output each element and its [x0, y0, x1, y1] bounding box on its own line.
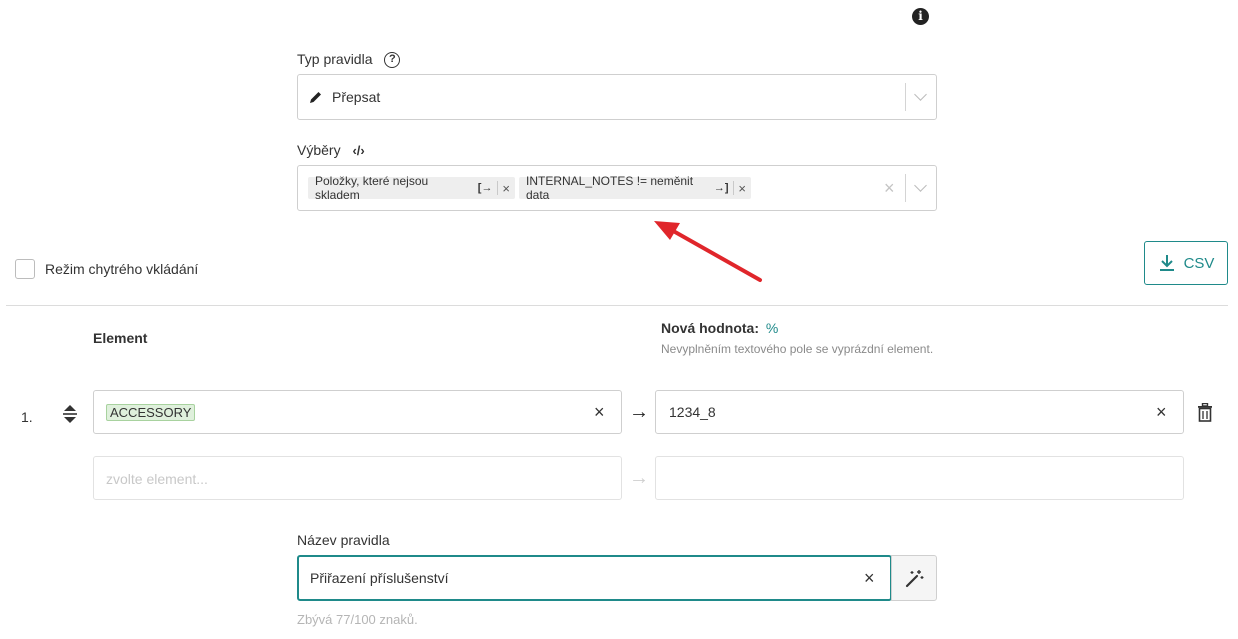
selections-label-text: Výběry	[297, 142, 341, 158]
select-divider	[905, 174, 906, 202]
empty-value-field[interactable]	[655, 456, 1184, 500]
selection-tag-label: INTERNAL_NOTES != neměnit data	[526, 174, 694, 202]
remove-tag-button[interactable]: ×	[738, 181, 751, 196]
csv-download-button[interactable]: CSV	[1144, 241, 1228, 285]
smart-insert-checkbox[interactable]	[15, 259, 35, 279]
csv-button-label: CSV	[1183, 254, 1215, 272]
info-icon[interactable]: i	[912, 8, 929, 25]
clear-selections-button[interactable]: ×	[884, 178, 895, 199]
include-icon: →]	[713, 182, 729, 194]
element-placeholder: zvolte element...	[106, 471, 208, 487]
clear-value-button[interactable]: ×	[1156, 403, 1167, 421]
row-index: 1.	[21, 409, 33, 425]
arrow-right-icon: →	[629, 401, 649, 423]
rule-type-select[interactable]: Přepsat	[297, 74, 937, 120]
new-value-text: 1234_8	[669, 404, 716, 420]
divider	[6, 305, 1228, 306]
annotation-arrow-icon	[654, 221, 762, 282]
clear-rule-name-button[interactable]: ×	[864, 569, 875, 587]
rule-name-label: Název pravidla	[297, 532, 390, 548]
rule-type-label-text: Typ pravidla	[297, 51, 373, 67]
remove-tag-button[interactable]: ×	[502, 181, 515, 196]
percent-symbol[interactable]: %	[766, 320, 778, 336]
pencil-icon	[310, 92, 321, 103]
element-field[interactable]: ACCESSORY ×	[93, 390, 622, 434]
magic-wand-button[interactable]	[891, 555, 937, 601]
rule-type-value: Přepsat	[332, 89, 381, 105]
tag-separator	[497, 181, 499, 195]
exclude-icon: [→	[477, 182, 493, 194]
select-divider	[905, 83, 906, 111]
selections-label: Výběry ‹/›	[297, 142, 365, 158]
selections-select[interactable]: Položky, které nejsou skladem [→ × INTER…	[297, 165, 937, 211]
chevron-down-icon[interactable]	[914, 179, 927, 192]
rule-type-label: Typ pravidla ?	[297, 51, 401, 69]
element-column-header: Element	[93, 330, 148, 346]
element-chip: ACCESSORY	[106, 404, 196, 421]
code-icon[interactable]: ‹/›	[352, 143, 364, 158]
arrow-right-icon: →	[629, 467, 649, 489]
empty-element-field[interactable]: zvolte element...	[93, 456, 622, 500]
tag-separator	[733, 181, 735, 195]
rule-name-value: Přiřazení příslušenství	[310, 570, 449, 586]
help-icon[interactable]: ?	[384, 52, 401, 69]
chevron-down-icon[interactable]	[914, 88, 927, 101]
new-value-header-text: Nová hodnota:	[661, 320, 759, 336]
rule-name-input[interactable]: Přiřazení příslušenství ×	[297, 555, 892, 601]
smart-insert-label: Režim chytrého vkládání	[45, 261, 199, 277]
selection-tag: INTERNAL_NOTES != neměnit data →] ×	[519, 174, 751, 202]
selection-tag: Položky, které nejsou skladem [→ ×	[308, 174, 515, 202]
download-icon	[1159, 255, 1174, 271]
character-counter: Zbývá 77/100 znaků.	[297, 612, 418, 627]
drag-handle-icon[interactable]	[62, 404, 78, 424]
new-value-field[interactable]: 1234_8 ×	[655, 390, 1184, 434]
clear-element-button[interactable]: ×	[594, 403, 605, 421]
trash-icon[interactable]	[1197, 403, 1213, 422]
new-value-hint: Nevyplněním textového pole se vyprázdní …	[661, 342, 934, 356]
selection-tag-label: Položky, které nejsou skladem	[315, 174, 429, 202]
new-value-column-header: Nová hodnota: %	[661, 320, 778, 336]
magic-wand-icon	[905, 570, 924, 588]
